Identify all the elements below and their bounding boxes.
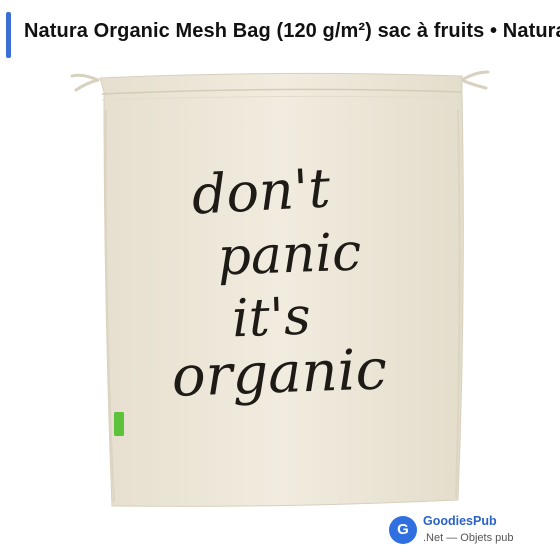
image-source-attribution[interactable]: G GoodiesPub .Net — Objets pub xyxy=(389,513,559,553)
source-name[interactable]: GoodiesPub xyxy=(423,514,497,528)
product-image[interactable]: don't panic it's organic xyxy=(0,60,560,530)
slogan-line: don't xyxy=(190,156,332,226)
drawstring-right xyxy=(460,70,490,90)
page-title[interactable]: Natura Organic Mesh Bag (120 g/m²) sac à… xyxy=(24,20,560,43)
title-bar: Natura Organic Mesh Bag (120 g/m²) sac à… xyxy=(0,0,560,66)
goodiespub-logo: G xyxy=(389,516,417,544)
slogan-line: organic xyxy=(171,337,388,409)
title-accent-bar xyxy=(6,12,11,58)
drawstring-left xyxy=(70,73,100,92)
bag-label-tag xyxy=(114,412,124,436)
source-subtitle: .Net — Objets pub xyxy=(423,532,514,544)
slogan-line: panic xyxy=(217,223,363,288)
